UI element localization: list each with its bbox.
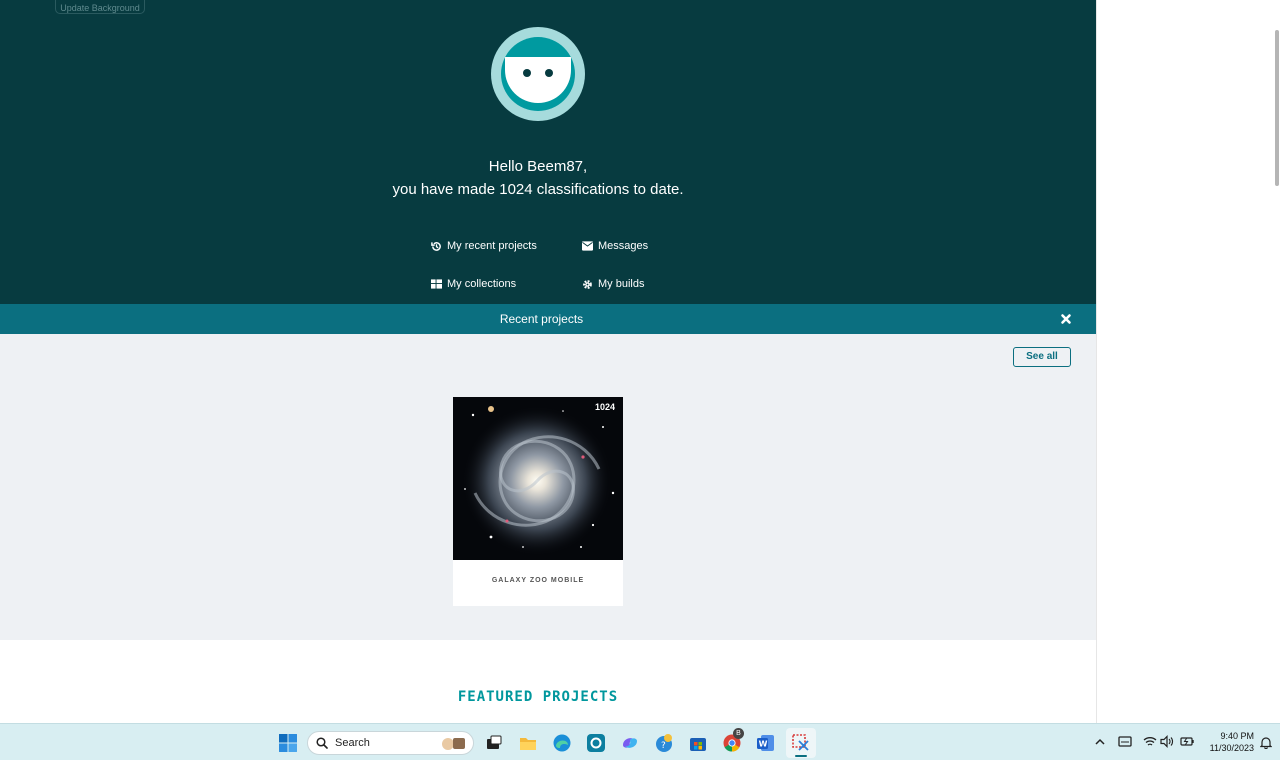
featured-projects-heading: FEATURED PROJECTS	[457, 689, 619, 705]
galaxy-image: 1024	[453, 397, 623, 560]
my-recent-projects-link[interactable]: My recent projects	[431, 240, 537, 252]
tips-icon[interactable]: ?	[654, 733, 674, 753]
avatar-face-icon	[505, 57, 571, 103]
snipping-tool-icon	[792, 734, 809, 751]
recent-projects-title: Recent projects	[499, 312, 584, 326]
my-collections-label: My collections	[447, 278, 517, 290]
store-icon[interactable]	[688, 733, 708, 753]
my-builds-label: My builds	[598, 278, 645, 290]
chevron-up-icon[interactable]	[1094, 737, 1106, 747]
clock-time: 9:40 PM	[1220, 731, 1254, 741]
classification-count-badge: 1024	[594, 402, 615, 412]
wifi-icon[interactable]	[1143, 735, 1157, 748]
greeting-line1: Hello Beem87,	[488, 158, 588, 175]
project-name: GALAXY ZOO MOBILE	[491, 577, 585, 584]
task-view-icon[interactable]	[484, 733, 504, 753]
windows-start-icon[interactable]	[278, 733, 298, 753]
recent-projects-bar: Recent projects	[0, 304, 1096, 334]
battery-icon[interactable]	[1180, 735, 1194, 748]
edge-browser-icon[interactable]	[552, 733, 572, 753]
recent-projects-section: See all 1024 GALAXY ZOO MOBILE	[0, 334, 1096, 640]
history-icon	[431, 241, 441, 251]
notification-bell-icon[interactable]	[1260, 736, 1272, 749]
greeting-line2: you have made 1024 classifications to da…	[392, 181, 684, 198]
see-all-button[interactable]: See all	[1013, 347, 1071, 367]
messages-link[interactable]: Messages	[582, 240, 648, 252]
word-icon[interactable]: W	[756, 733, 776, 753]
messages-label: Messages	[598, 240, 649, 252]
close-icon[interactable]	[1059, 312, 1073, 326]
project-card[interactable]: 1024 GALAXY ZOO MOBILE	[453, 397, 623, 606]
grid-icon	[431, 279, 442, 289]
my-collections-link[interactable]: My collections	[431, 278, 516, 290]
search-icon	[316, 737, 328, 749]
svg-text:W: W	[759, 740, 768, 749]
scrollbar-thumb[interactable]	[1275, 30, 1279, 186]
side-panel	[1096, 0, 1280, 723]
svg-text:?: ?	[661, 741, 666, 751]
app-icon[interactable]	[586, 733, 606, 753]
my-recent-projects-label: My recent projects	[447, 240, 537, 252]
snipping-tool-active[interactable]	[786, 728, 816, 758]
update-background-button[interactable]: Update Background	[55, 0, 145, 14]
clock-date: 11/30/2023	[1209, 743, 1254, 753]
gear-icon	[583, 279, 592, 289]
my-builds-link[interactable]: My builds	[582, 278, 644, 290]
avatar	[491, 27, 585, 121]
clock[interactable]: 9:40 PM 11/30/2023	[1210, 730, 1254, 754]
taskbar-search[interactable]: Search	[307, 731, 474, 755]
volume-icon[interactable]	[1160, 735, 1174, 748]
search-highlight-icon	[442, 738, 465, 750]
chrome-browser-icon[interactable]: B	[722, 728, 744, 753]
browser-page: Update Background Hello Beem87, you have…	[0, 0, 1096, 723]
spiral-galaxy-image	[453, 397, 623, 560]
search-placeholder: Search	[335, 737, 370, 749]
profile-hero: Update Background Hello Beem87, you have…	[0, 0, 1096, 304]
display-icon[interactable]	[1118, 736, 1132, 748]
copilot-icon[interactable]	[620, 733, 640, 753]
envelope-icon	[582, 241, 593, 251]
taskbar: Search ? B W 9:40 PM 11/30/2023	[0, 723, 1280, 760]
file-explorer-icon[interactable]	[518, 733, 538, 753]
chrome-profile-badge: B	[733, 728, 744, 739]
